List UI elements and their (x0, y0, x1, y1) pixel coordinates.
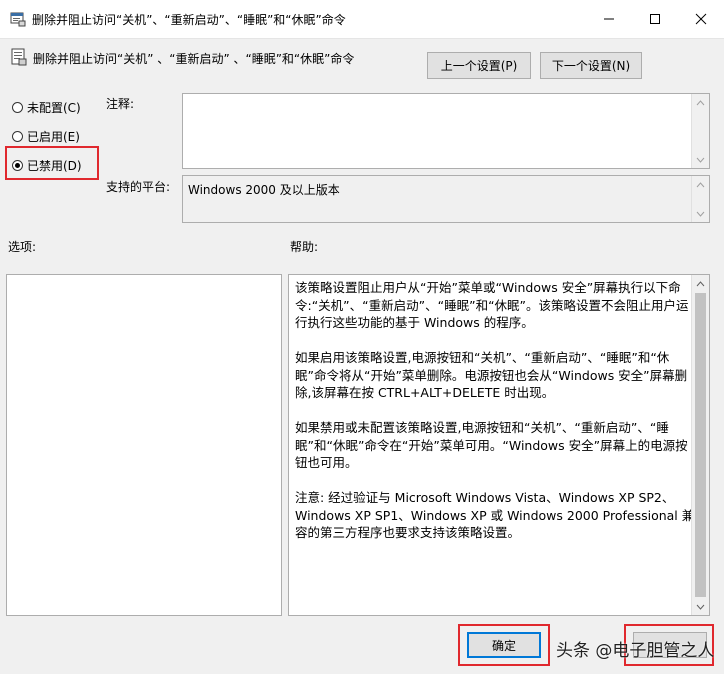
platform-label: 支持的平台: (106, 180, 171, 194)
help-pane: 该策略设置阻止用户从“开始”菜单或“Windows 安全”屏幕执行以下命令:“关… (288, 274, 710, 616)
maximize-icon (650, 14, 660, 24)
scroll-up-icon[interactable] (692, 176, 709, 193)
radio-not-configured[interactable]: 未配置(C) (12, 99, 81, 116)
minimize-button[interactable] (586, 0, 632, 38)
window-title: 删除并阻止访问“关机”、“重新启动”、“睡眠”和“休眠”命令 (32, 13, 346, 27)
radio-enabled[interactable]: 已启用(E) (12, 128, 80, 145)
radio-circle (12, 102, 23, 113)
scroll-down-icon[interactable] (692, 151, 709, 168)
scroll-thumb[interactable] (695, 293, 706, 597)
policy-name: 删除并阻止访问“关机” 、“重新启动” 、“睡眠”和“休眠”命令 (33, 52, 355, 66)
help-paragraph: 该策略设置阻止用户从“开始”菜单或“Windows 安全”屏幕执行以下命令:“关… (295, 280, 689, 330)
highlight-box-ok (458, 624, 550, 666)
help-paragraph: 注意: 经过验证与 Microsoft Windows Vista、Window… (295, 490, 695, 540)
minimize-icon (604, 18, 614, 20)
previous-setting-button[interactable]: 上一个设置(P) (427, 52, 531, 79)
comment-label: 注释: (106, 97, 135, 111)
platform-scrollbar[interactable] (691, 176, 709, 222)
platform-value: Windows 2000 及以上版本 (188, 183, 340, 197)
close-icon (695, 13, 707, 25)
next-setting-button[interactable]: 下一个设置(N) (540, 52, 642, 79)
policy-app-icon (10, 11, 26, 30)
title-bar: 删除并阻止访问“关机”、“重新启动”、“睡眠”和“休眠”命令 (0, 0, 724, 39)
scroll-down-icon[interactable] (692, 205, 709, 222)
policy-setting-icon (10, 48, 28, 69)
help-paragraph: 如果禁用或未配置该策略设置,电源按钮和“关机”、“重新启动”、“睡眠”和“休眠”… (295, 420, 688, 470)
help-paragraph: 如果启用该策略设置,电源按钮和“关机”、“重新启动”、“睡眠”和“休眠”命令将从… (295, 350, 688, 400)
close-button[interactable] (678, 0, 724, 38)
comment-textarea[interactable] (182, 93, 710, 169)
scroll-up-icon[interactable] (692, 275, 709, 292)
highlight-box-disabled (5, 146, 99, 180)
help-text: 该策略设置阻止用户从“开始”菜单或“Windows 安全”屏幕执行以下命令:“关… (295, 279, 695, 559)
options-pane (6, 274, 282, 616)
radio-label: 已启用(E) (27, 130, 80, 144)
platform-box: Windows 2000 及以上版本 (182, 175, 710, 223)
help-scrollbar[interactable] (691, 275, 709, 615)
comment-scrollbar[interactable] (691, 94, 709, 168)
options-label: 选项: (8, 240, 37, 254)
watermark-text: 头条 @电子胆管之人 (556, 641, 715, 661)
radio-circle (12, 131, 23, 142)
maximize-button[interactable] (632, 0, 678, 38)
scroll-down-icon[interactable] (692, 598, 709, 615)
scroll-up-icon[interactable] (692, 94, 709, 111)
help-label: 帮助: (290, 240, 319, 254)
radio-label: 未配置(C) (27, 101, 81, 115)
